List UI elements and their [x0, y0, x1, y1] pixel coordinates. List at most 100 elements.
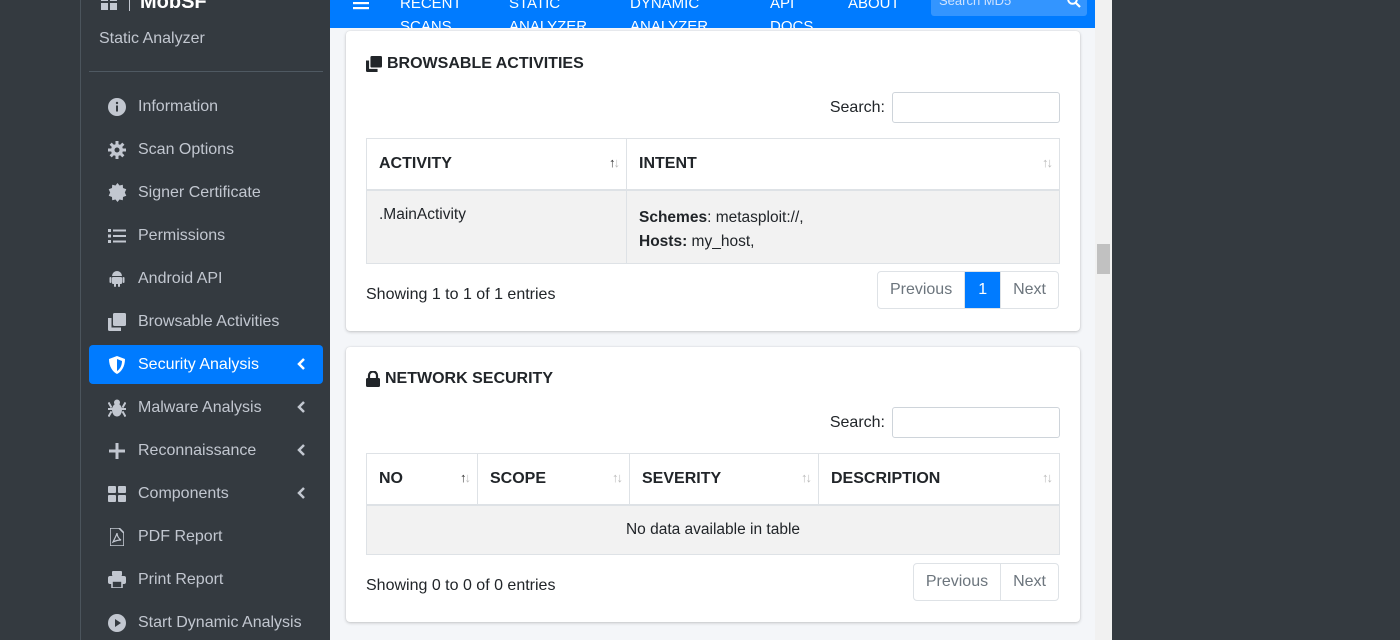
column-label: ACTIVITY [379, 154, 452, 172]
sidebar-item-security-analysis[interactable]: Security Analysis [89, 345, 323, 384]
sidebar-item-label: Browsable Activities [138, 312, 280, 330]
sidebar-item-reconnaissance[interactable]: Reconnaissance [89, 431, 323, 470]
right-gutter [1112, 0, 1400, 640]
nav-label-line1: API [770, 0, 795, 12]
grid-icon [107, 484, 127, 504]
sidebar-item-label: Reconnaissance [138, 441, 257, 459]
search-label: Search: [829, 413, 885, 431]
sidebar: MobSF Static Analyzer Information Scan O… [80, 0, 330, 640]
nav-about[interactable]: ABOUT [848, 0, 900, 15]
sidebar-item-permissions[interactable]: Permissions [89, 216, 323, 255]
brand-name: MobSF [140, 0, 207, 13]
clone-icon [366, 56, 382, 72]
nav-api-docs[interactable]: API DOCS [770, 0, 813, 28]
pagination-previous[interactable]: Previous [878, 272, 964, 308]
nav-static-analyzer[interactable]: STATIC ANALYZER [509, 0, 587, 28]
list-icon [107, 226, 127, 246]
card-title: BROWSABLE ACTIVITIES [366, 55, 584, 73]
sort-asc-icon: ↑↓ [609, 155, 620, 170]
search-icon[interactable] [1067, 0, 1081, 13]
nav-label-line2: ANALYZER [509, 18, 588, 28]
mobsf-logo-icon [101, 0, 117, 10]
sidebar-item-information[interactable]: Information [89, 87, 323, 126]
info-circle-icon [107, 97, 127, 117]
nav-label-line1: STATIC [509, 0, 561, 12]
sidebar-divider [89, 71, 323, 72]
browsable-activities-table: ACTIVITY ↑↓ INTENT ↑↓ .MainActivity Scheme… [366, 138, 1060, 264]
nav-recent-scans[interactable]: RECENT SCANS [400, 0, 462, 28]
column-header-severity[interactable]: SEVERITY ↑↓ [629, 453, 819, 506]
column-header-intent[interactable]: INTENT ↑↓ [626, 138, 1060, 191]
column-header-no[interactable]: NO ↑↓ [366, 453, 478, 506]
sidebar-item-label: Components [138, 484, 229, 502]
cell-intent: Schemes: metasploit://, Hosts: my_host, [626, 189, 1060, 264]
md5-search-input[interactable]: Search MD5 [931, 0, 1087, 16]
pagination-previous[interactable]: Previous [914, 564, 1000, 600]
shield-icon [107, 355, 127, 375]
chevron-left-icon [295, 441, 309, 459]
sort-asc-icon: ↑↓ [460, 470, 471, 485]
pagination-next[interactable]: Next [1000, 272, 1058, 308]
sort-icon: ↑↓ [612, 470, 623, 485]
sidebar-item-label: Print Report [138, 570, 224, 588]
nav-label-line2: ANALYZER [630, 18, 709, 28]
nav-dynamic-analyzer[interactable]: DYNAMIC ANALYZER [630, 0, 708, 28]
sidebar-item-components[interactable]: Components [89, 474, 323, 513]
sidebar-item-label: Permissions [138, 226, 226, 244]
nav-label-line2: DOCS [770, 18, 814, 28]
table-info: Showing 0 to 0 of 0 entries [366, 577, 556, 594]
sidebar-item-pdf-report[interactable]: PDF Report [89, 517, 323, 556]
sidebar-item-label: Start Dynamic Analysis [138, 613, 302, 631]
scrollbar-thumb[interactable] [1097, 244, 1110, 274]
sidebar-item-android-api[interactable]: Android API [89, 259, 323, 298]
top-navbar: RECENT SCANS STATIC ANALYZER DYNAMIC ANALYZ… [330, 0, 1095, 28]
plus-icon [107, 441, 127, 461]
sidebar-item-label: Malware Analysis [138, 398, 262, 416]
gear-icon [107, 140, 127, 160]
card-title-text: BROWSABLE ACTIVITIES [387, 55, 584, 72]
network-security-card: NETWORK SECURITY Search: NO ↑↓ SCOPE ↑↓ SE… [346, 347, 1080, 622]
column-label: NO [379, 469, 403, 487]
page-scrollbar[interactable] [1095, 0, 1112, 640]
table-search-input[interactable] [892, 92, 1060, 123]
column-header-activity[interactable]: ACTIVITY ↑↓ [366, 138, 627, 191]
hamburger-menu-icon[interactable] [353, 0, 369, 15]
sidebar-item-label: Security Analysis [138, 355, 259, 373]
empty-table-message: No data available in table [366, 504, 1060, 555]
file-pdf-icon [107, 527, 127, 547]
table-row-empty: No data available in table [366, 504, 1060, 555]
schemes-value: : metasploit://, [707, 208, 804, 226]
print-icon [107, 570, 127, 590]
brand[interactable]: MobSF [101, 0, 207, 14]
pagination: Previous 1 Next [876, 271, 1059, 309]
sidebar-item-label: Android API [138, 269, 223, 287]
lock-icon [366, 371, 380, 387]
table-search: Search: [830, 407, 1060, 438]
sidebar-item-start-dynamic-analysis[interactable]: Start Dynamic Analysis [89, 603, 323, 640]
sidebar-item-label: Information [138, 97, 219, 115]
search-label: Search: [829, 98, 885, 116]
table-info: Showing 1 to 1 of 1 entries [366, 286, 556, 303]
play-circle-icon [107, 613, 127, 633]
sort-icon: ↑↓ [801, 470, 812, 485]
table-search-input[interactable] [892, 407, 1060, 438]
left-gutter [0, 0, 80, 640]
card-title: NETWORK SECURITY [366, 370, 553, 388]
sidebar-item-print-report[interactable]: Print Report [89, 560, 323, 599]
column-label: INTENT [639, 154, 697, 172]
sidebar-item-browsable-activities[interactable]: Browsable Activities [89, 302, 323, 341]
pagination-page-1[interactable]: 1 [964, 272, 1001, 308]
column-header-scope[interactable]: SCOPE ↑↓ [477, 453, 630, 506]
android-icon [107, 269, 127, 289]
sidebar-item-scan-options[interactable]: Scan Options [89, 130, 323, 169]
sidebar-item-signer-certificate[interactable]: Signer Certificate [89, 173, 323, 212]
pagination-next[interactable]: Next [1000, 564, 1058, 600]
nav-label-line1: ABOUT [848, 0, 900, 12]
nav-label-line1: RECENT [400, 0, 462, 12]
column-label: SCOPE [490, 469, 547, 487]
hosts-label: Hosts: [639, 232, 688, 250]
column-header-description[interactable]: DESCRIPTION ↑↓ [818, 453, 1060, 506]
sidebar-item-malware-analysis[interactable]: Malware Analysis [89, 388, 323, 427]
table-row: .MainActivity Schemes: metasploit://, Ho… [366, 189, 1060, 264]
table-search: Search: [830, 92, 1060, 123]
